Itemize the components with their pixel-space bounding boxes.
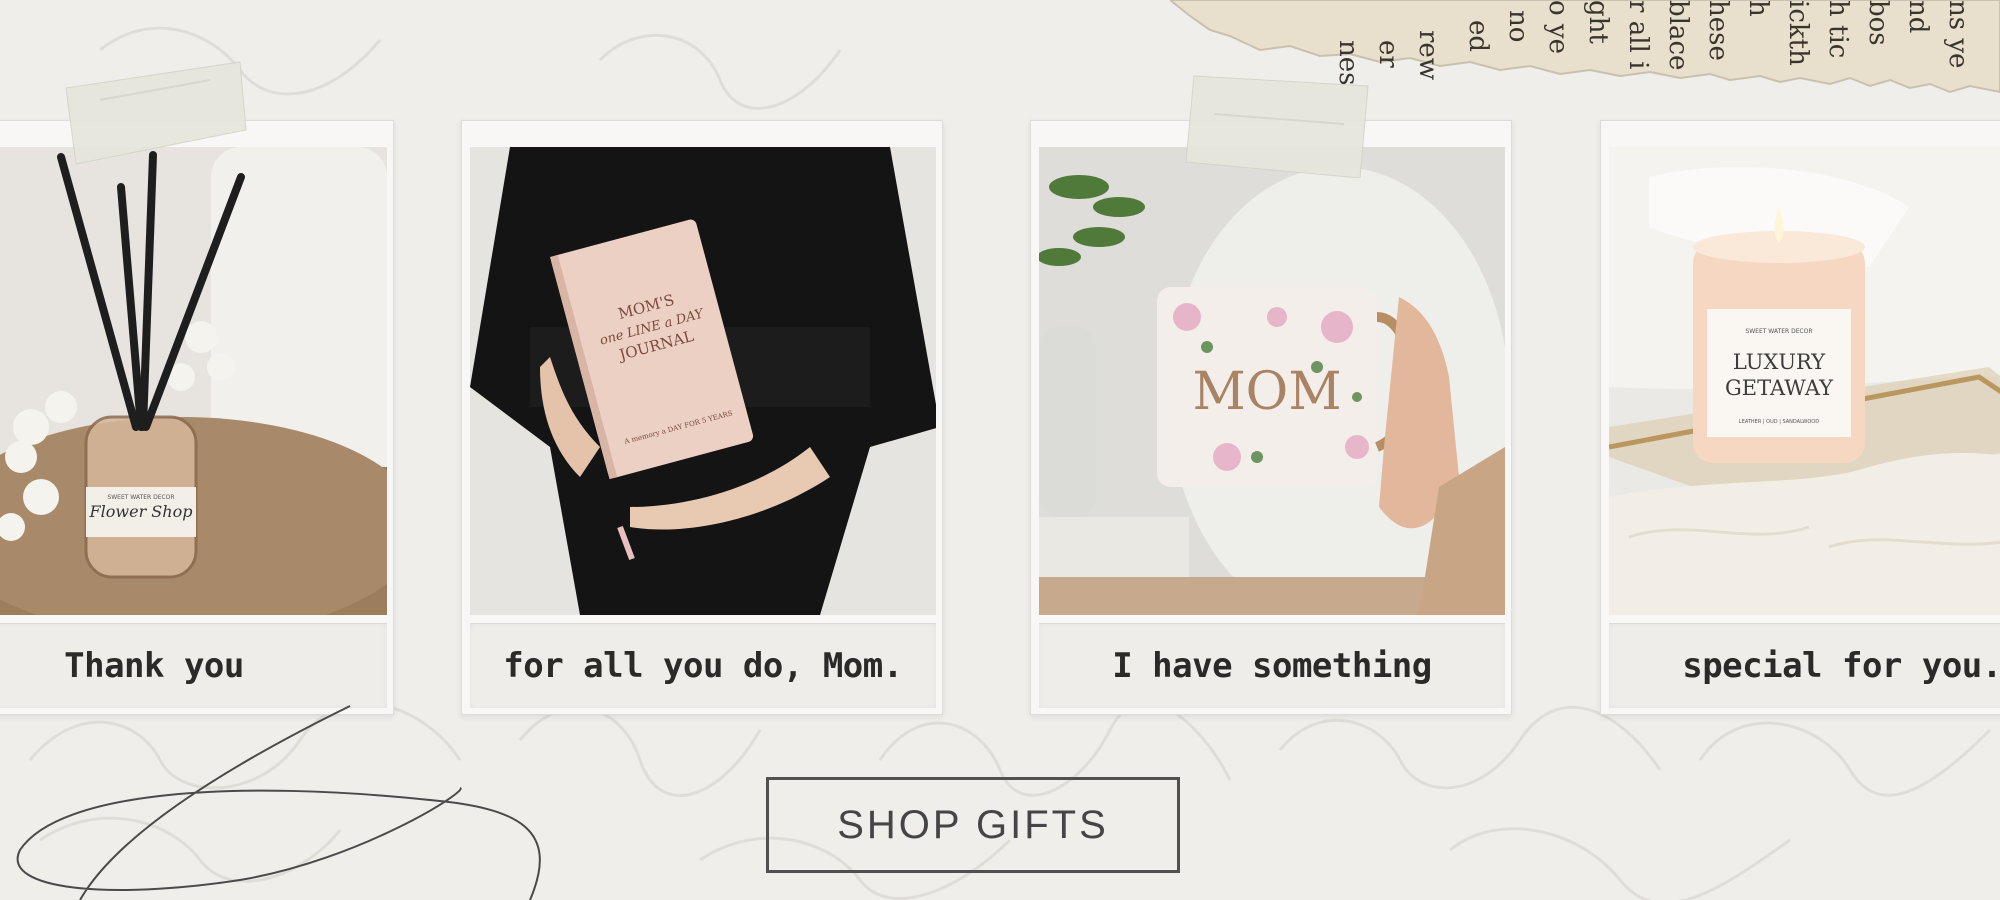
mom-mug-photo: MOM bbox=[1039, 147, 1505, 615]
paper-word: rew bbox=[1413, 30, 1443, 80]
diffuser-label: Flower Shop bbox=[89, 502, 193, 521]
photo-card-thank-you[interactable]: Flower Shop SWEET WATER DECOR Thank you bbox=[0, 120, 394, 715]
photo-card-for-all-you-do[interactable]: MOM'S one LINE a DAY JOURNAL A memory a … bbox=[461, 120, 943, 715]
photo-caption: Thank you bbox=[64, 646, 244, 686]
candle-title-line-2: GETAWAY bbox=[1725, 376, 1834, 400]
paper-word: r all i bbox=[1623, 0, 1653, 69]
candle-subtitle: LEATHER | OUD | SANDALWOOD bbox=[1739, 419, 1819, 425]
masking-tape bbox=[65, 61, 247, 165]
paper-word: ed bbox=[1463, 20, 1493, 52]
masking-tape bbox=[1185, 75, 1369, 178]
paper-word: ght bbox=[1583, 0, 1613, 44]
candle-brand: SWEET WATER DECOR bbox=[1745, 328, 1812, 335]
paper-word: hese bbox=[1703, 0, 1733, 61]
paper-word: bos bbox=[1863, 0, 1893, 46]
photo-caption: for all you do, Mom. bbox=[503, 646, 903, 686]
paper-word: nd bbox=[1903, 0, 1933, 33]
paper-word: er bbox=[1373, 40, 1403, 68]
photo-card-i-have-something[interactable]: MOM I have something bbox=[1030, 120, 1512, 715]
paper-word: blace bbox=[1663, 0, 1693, 70]
photo-card-special-for-you[interactable]: SWEET WATER DECOR LUXURY GETAWAY LEATHER… bbox=[1600, 120, 2000, 715]
diffuser-brand: SWEET WATER DECOR bbox=[107, 494, 174, 501]
journal-photo: MOM'S one LINE a DAY JOURNAL A memory a … bbox=[470, 147, 936, 615]
paper-word: ickth bbox=[1783, 0, 1813, 66]
reed-diffuser-photo: Flower Shop SWEET WATER DECOR bbox=[0, 147, 387, 615]
caption-strip: I have something bbox=[1039, 623, 1505, 708]
candle-photo: SWEET WATER DECOR LUXURY GETAWAY LEATHER… bbox=[1609, 147, 2000, 615]
paper-word: h tic bbox=[1823, 0, 1853, 58]
photo-caption: I have something bbox=[1112, 646, 1432, 686]
paper-word: ns ye bbox=[1943, 0, 1973, 68]
shop-gifts-button[interactable]: SHOP GIFTS bbox=[766, 777, 1180, 873]
mug-text: MOM bbox=[1192, 362, 1341, 422]
photo-caption: special for you. bbox=[1682, 646, 2000, 686]
candle-title-line-1: LUXURY bbox=[1733, 350, 1826, 374]
paper-word: o ye bbox=[1543, 0, 1573, 54]
decorative-swirl bbox=[16, 705, 541, 900]
paper-word: h bbox=[1743, 0, 1773, 17]
caption-strip: special for you. bbox=[1609, 623, 2000, 708]
paper-word: no bbox=[1503, 10, 1533, 42]
